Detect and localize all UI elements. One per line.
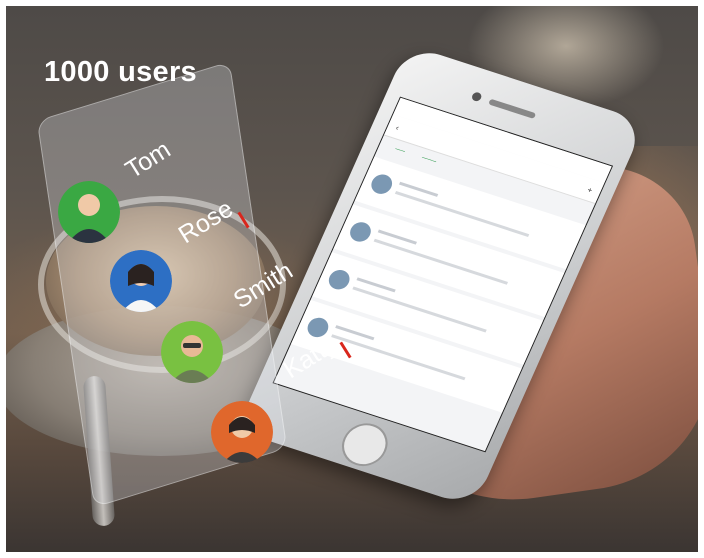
avatar-icon [368,171,396,197]
speaker-grille [488,98,537,119]
home-button [334,417,395,472]
avatar [211,401,273,463]
hero-scene: ‹ + ── ─── Tom Rose Smith Katty 1000 use… [6,6,698,552]
headline: 1000 users [44,56,197,88]
avatar [161,321,223,383]
tab-indicator: ─── [420,154,438,166]
plus-icon: + [585,184,595,195]
camera-icon [470,91,483,103]
avatar [58,181,120,243]
back-icon: ‹ [394,122,401,132]
avatar-icon [325,267,353,292]
tab-indicator: ── [393,145,407,156]
avatar-icon [346,219,375,245]
avatar [110,250,172,312]
